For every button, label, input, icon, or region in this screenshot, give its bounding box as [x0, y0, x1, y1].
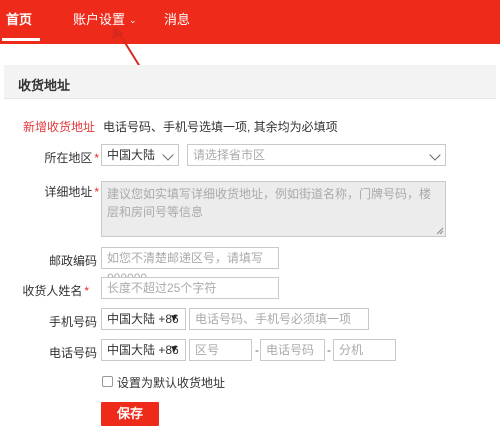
- region-select[interactable]: 请选择省市区: [187, 144, 446, 166]
- detail-address-placeholder: 建议您如实填写详细收货地址，例如街道名称，门牌号码，楼层和房间号等信息: [107, 187, 432, 219]
- mobile-label: 手机号码: [48, 315, 97, 329]
- nav-account-label: 账户设置: [73, 12, 126, 27]
- default-address-checkbox[interactable]: [102, 376, 113, 387]
- new-address-tab[interactable]: 新增收货地址: [23, 118, 95, 135]
- postcode-input[interactable]: 如您不清楚邮递区号，请填写000000: [101, 247, 279, 285]
- recipient-name-label: 收货人姓名 *: [9, 282, 89, 299]
- chevron-down-icon: [162, 149, 174, 161]
- country-select-value: 中国大陆: [107, 148, 156, 162]
- nav-home-link[interactable]: 首页: [6, 12, 32, 28]
- region-label: 所在地区 *: [19, 149, 99, 166]
- mobile-country-code: 中国大陆 +86: [107, 312, 179, 326]
- chevron-down-icon: ⌄: [129, 15, 137, 25]
- separator: -: [255, 343, 259, 357]
- nav-account-settings-link[interactable]: 账户设置 ⌄: [73, 12, 137, 28]
- section-title: 收货地址: [18, 78, 71, 93]
- postcode-label: 邮政编码: [48, 254, 97, 268]
- recipient-name-input[interactable]: 长度不超过25个字符: [101, 277, 279, 299]
- region-label-text: 所在地区: [44, 151, 93, 165]
- save-button[interactable]: 保存: [101, 402, 159, 426]
- detail-address-label: 详细地址 *: [19, 183, 99, 200]
- required-mark: *: [94, 151, 99, 165]
- section-header: 收货地址: [4, 65, 496, 99]
- detail-address-textarea[interactable]: 建议您如实填写详细收货地址，例如街道名称，门牌号码，楼层和房间号等信息: [101, 181, 446, 237]
- mobile-input[interactable]: 电话号码、手机号必须填一项: [189, 308, 369, 330]
- dropdown-triangle-icon: ▼: [169, 313, 179, 324]
- top-nav-bar: 首页 账户设置 ⌄ 消息: [0, 0, 500, 44]
- recipient-name-placeholder: 长度不超过25个字符: [107, 281, 217, 295]
- separator: -: [327, 343, 331, 357]
- mobile-country-select[interactable]: 中国大陆 +86 ▼: [101, 308, 186, 330]
- resize-handle-icon[interactable]: [436, 227, 444, 235]
- extension-placeholder: 分机: [339, 343, 364, 357]
- mobile-placeholder: 电话号码、手机号必须填一项: [195, 312, 352, 326]
- default-address-label[interactable]: 设置为默认收货地址: [117, 374, 225, 391]
- chevron-down-icon: [429, 149, 441, 161]
- country-select[interactable]: 中国大陆: [101, 144, 179, 166]
- extension-input[interactable]: 分机: [333, 339, 396, 361]
- detail-address-label-text: 详细地址: [44, 185, 93, 199]
- dropdown-triangle-icon: ▼: [169, 344, 179, 355]
- region-select-placeholder: 请选择省市区: [193, 148, 266, 162]
- form-hint: 电话号码、手机号选填一项, 其余均为必填项: [103, 120, 338, 134]
- required-mark: *: [84, 284, 89, 298]
- phone-country-code: 中国大陆 +86: [107, 343, 179, 357]
- recipient-name-label-text: 收货人姓名: [22, 284, 83, 298]
- nav-active-underline: [2, 38, 40, 41]
- phone-number-placeholder: 电话号码: [266, 343, 315, 357]
- phone-number-input[interactable]: 电话号码: [260, 339, 325, 361]
- nav-messages-link[interactable]: 消息: [164, 12, 190, 28]
- required-mark: *: [94, 185, 99, 199]
- area-code-placeholder: 区号: [195, 343, 220, 357]
- phone-country-select[interactable]: 中国大陆 +86 ▼: [101, 339, 186, 361]
- area-code-input[interactable]: 区号: [189, 339, 252, 361]
- phone-label: 电话号码: [48, 346, 97, 360]
